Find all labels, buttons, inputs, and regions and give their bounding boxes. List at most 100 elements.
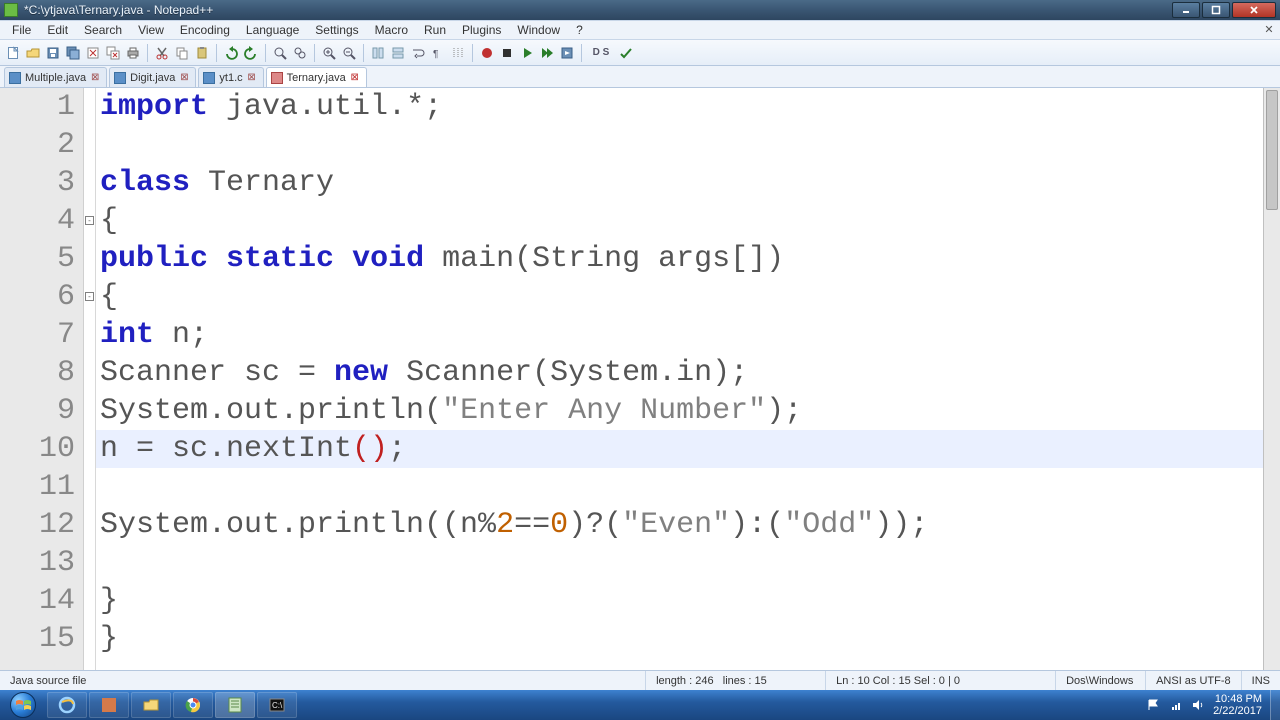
menu-view[interactable]: View <box>130 21 172 39</box>
status-length: length : 246 lines : 15 <box>646 671 826 690</box>
tab-bar: Multiple.java ⊠ Digit.java ⊠ yt1.c ⊠ Ter… <box>0 66 1280 88</box>
taskbar-notepadpp[interactable] <box>215 692 255 718</box>
tool-undo[interactable] <box>222 44 240 62</box>
window-buttons <box>1172 2 1276 18</box>
taskbar-ie[interactable] <box>47 692 87 718</box>
tool-sync-v[interactable] <box>369 44 387 62</box>
menu-edit[interactable]: Edit <box>39 21 76 39</box>
tool-spell[interactable] <box>617 44 635 62</box>
menu-macro[interactable]: Macro <box>367 21 416 39</box>
tool-print[interactable] <box>124 44 142 62</box>
start-button[interactable] <box>0 690 46 720</box>
minimize-button[interactable] <box>1172 2 1200 18</box>
code-line[interactable]: } <box>100 620 1280 658</box>
tool-cut[interactable] <box>153 44 171 62</box>
svg-text:¶: ¶ <box>433 49 438 60</box>
scrollbar-thumb[interactable] <box>1266 90 1278 210</box>
tool-zoom-in[interactable] <box>320 44 338 62</box>
tray-volume-icon[interactable] <box>1191 698 1205 712</box>
code-line[interactable]: import java.util.*; <box>100 88 1280 126</box>
menu-search[interactable]: Search <box>76 21 130 39</box>
menu-plugins[interactable]: Plugins <box>454 21 509 39</box>
tray-network-icon[interactable] <box>1169 698 1183 712</box>
code-line[interactable]: System.out.println("Enter Any Number"); <box>100 392 1280 430</box>
menu-run[interactable]: Run <box>416 21 454 39</box>
tool-find[interactable] <box>271 44 289 62</box>
tool-stop-macro[interactable] <box>498 44 516 62</box>
code-line[interactable]: class Ternary <box>100 164 1280 202</box>
tool-open[interactable] <box>24 44 42 62</box>
code-line[interactable] <box>100 126 1280 164</box>
fold-marker[interactable]: - <box>85 216 94 225</box>
clock-time: 10:48 PM <box>1213 693 1262 705</box>
code-line[interactable] <box>100 544 1280 582</box>
code-line[interactable]: } <box>100 582 1280 620</box>
tool-show-all[interactable]: ¶ <box>429 44 447 62</box>
menu-file[interactable]: File <box>4 21 39 39</box>
tool-play-multi[interactable] <box>538 44 556 62</box>
tool-close-all[interactable] <box>104 44 122 62</box>
toolbar-sep-6 <box>472 44 473 62</box>
close-button[interactable] <box>1232 2 1276 18</box>
code-area[interactable]: import java.util.*;class Ternary{public … <box>96 88 1280 670</box>
tool-copy[interactable] <box>173 44 191 62</box>
editor[interactable]: 123456789101112131415 -- import java.uti… <box>0 88 1280 670</box>
zoom-in-icon <box>322 46 336 60</box>
menu-window[interactable]: Window <box>509 21 568 39</box>
tool-indent-guide[interactable] <box>449 44 467 62</box>
code-line[interactable]: System.out.println((n%2==0)?("Even"):("O… <box>100 506 1280 544</box>
tab-close-icon[interactable]: ⊠ <box>247 73 257 83</box>
taskbar-app-1[interactable] <box>89 692 129 718</box>
code-line[interactable]: int n; <box>100 316 1280 354</box>
tab-close-icon[interactable]: ⊠ <box>90 73 100 83</box>
menu-help[interactable]: ? <box>568 21 591 39</box>
tool-save-macro[interactable] <box>558 44 576 62</box>
line-number: 5 <box>0 240 75 278</box>
tab-digit-java[interactable]: Digit.java ⊠ <box>109 67 196 87</box>
tab-label: Multiple.java <box>25 72 86 84</box>
menu-encoding[interactable]: Encoding <box>172 21 238 39</box>
tab-close-icon[interactable]: ⊠ <box>350 73 360 83</box>
maximize-button[interactable] <box>1202 2 1230 18</box>
tab-multiple-java[interactable]: Multiple.java ⊠ <box>4 67 107 87</box>
menu-close-doc[interactable]: ✕ <box>1262 23 1276 37</box>
code-line[interactable]: { <box>100 278 1280 316</box>
status-length-text: length : 246 <box>656 675 714 687</box>
code-line[interactable]: { <box>100 202 1280 240</box>
copy-icon <box>175 46 189 60</box>
minimize-icon <box>1181 5 1191 15</box>
tool-zoom-out[interactable] <box>340 44 358 62</box>
windows-taskbar: C:\ 10:48 PM 2/22/2017 <box>0 690 1280 720</box>
code-line[interactable] <box>100 468 1280 506</box>
tab-ternary-java[interactable]: Ternary.java ⊠ <box>266 67 367 87</box>
menu-language[interactable]: Language <box>238 21 307 39</box>
tool-sync-h[interactable] <box>389 44 407 62</box>
tab-close-icon[interactable]: ⊠ <box>179 73 189 83</box>
tray-flag-icon[interactable] <box>1147 698 1161 712</box>
code-line[interactable]: n = sc.nextInt(); <box>100 430 1280 468</box>
tab-label: Ternary.java <box>287 72 346 84</box>
tab-yt1-c[interactable]: yt1.c ⊠ <box>198 67 263 87</box>
tool-record-macro[interactable] <box>478 44 496 62</box>
tool-new[interactable] <box>4 44 22 62</box>
tool-debug[interactable]: D S <box>587 44 615 62</box>
taskbar-chrome[interactable] <box>173 692 213 718</box>
tool-save[interactable] <box>44 44 62 62</box>
show-desktop-button[interactable] <box>1270 690 1280 720</box>
fold-marker[interactable]: - <box>85 292 94 301</box>
undo-icon <box>224 46 238 60</box>
tool-replace[interactable] <box>291 44 309 62</box>
code-line[interactable]: public static void main(String args[]) <box>100 240 1280 278</box>
vertical-scrollbar[interactable] <box>1263 88 1280 670</box>
tool-save-all[interactable] <box>64 44 82 62</box>
tool-close[interactable] <box>84 44 102 62</box>
taskbar-explorer[interactable] <box>131 692 171 718</box>
menu-settings[interactable]: Settings <box>307 21 366 39</box>
tool-wrap[interactable] <box>409 44 427 62</box>
taskbar-cmd[interactable]: C:\ <box>257 692 297 718</box>
tray-clock[interactable]: 10:48 PM 2/22/2017 <box>1213 693 1262 717</box>
code-line[interactable]: Scanner sc = new Scanner(System.in); <box>100 354 1280 392</box>
tool-redo[interactable] <box>242 44 260 62</box>
tool-paste[interactable] <box>193 44 211 62</box>
tool-play-macro[interactable] <box>518 44 536 62</box>
